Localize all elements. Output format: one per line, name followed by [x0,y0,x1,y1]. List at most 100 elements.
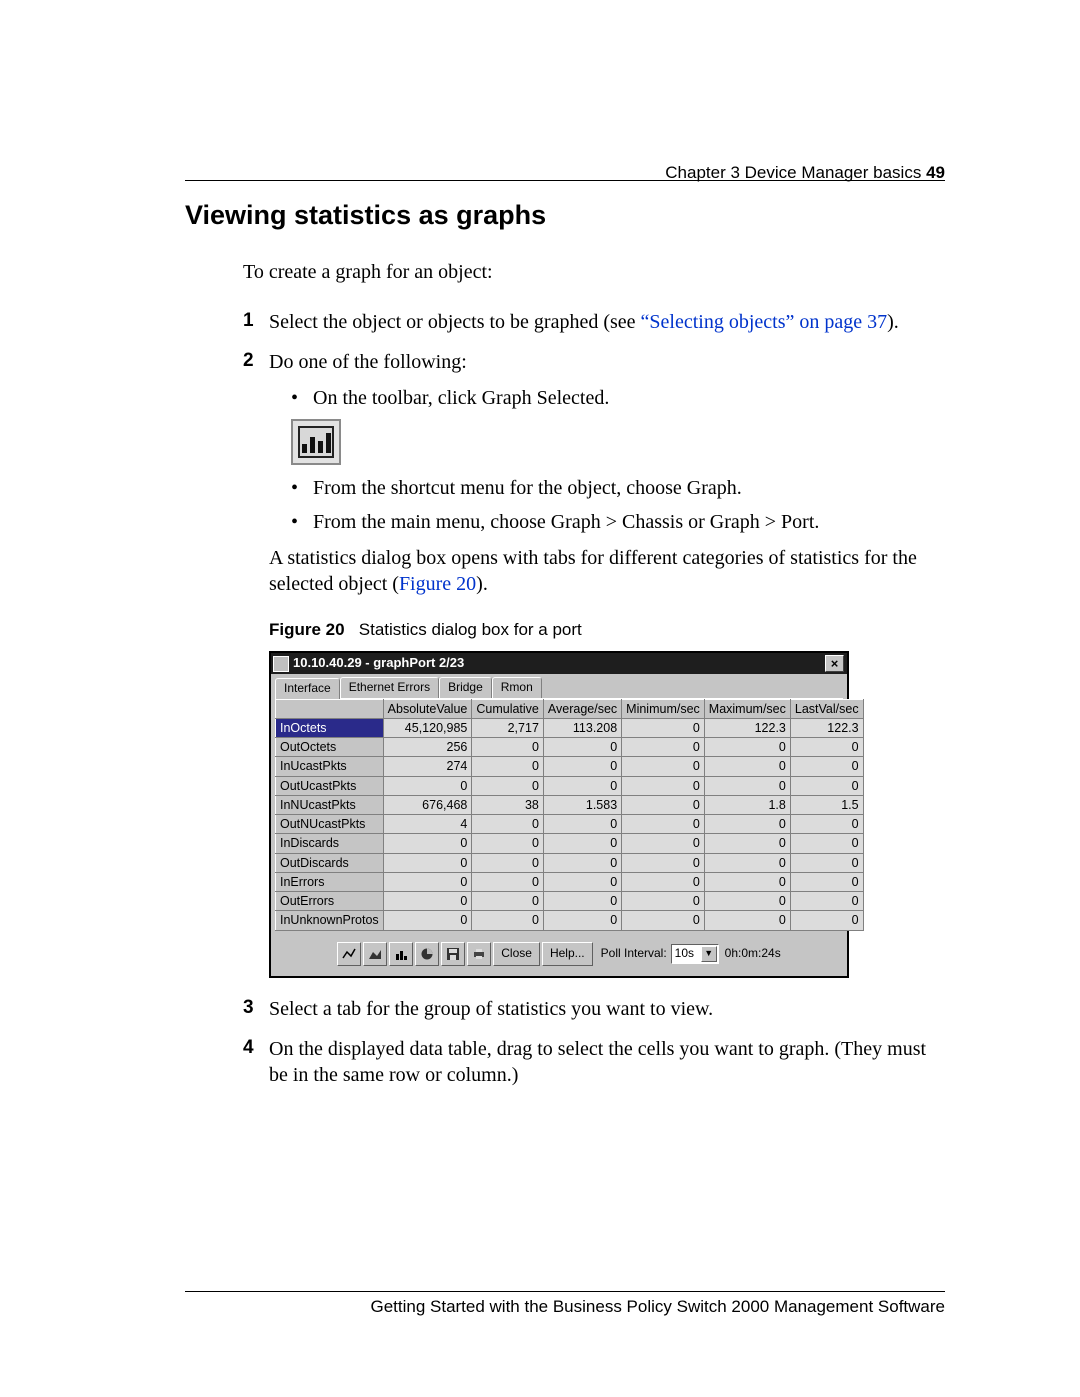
dialog-titlebar[interactable]: 10.10.40.29 - graphPort 2/23 × [271,653,847,674]
col-average[interactable]: Average/sec [543,699,621,718]
row-header[interactable]: InNUcastPkts [276,795,384,814]
table-cell[interactable]: 0 [543,853,621,872]
table-cell[interactable]: 0 [622,834,705,853]
table-cell[interactable]: 0 [704,853,790,872]
table-cell[interactable]: 0 [790,815,863,834]
table-cell[interactable]: 0 [543,911,621,930]
table-cell[interactable]: 0 [543,815,621,834]
col-minimum[interactable]: Minimum/sec [622,699,705,718]
table-cell[interactable]: 38 [472,795,544,814]
tab-bridge[interactable]: Bridge [439,677,492,698]
table-cell[interactable]: 0 [472,815,544,834]
table-cell[interactable]: 0 [472,872,544,891]
table-cell[interactable]: 0 [543,892,621,911]
table-cell[interactable]: 0 [790,834,863,853]
table-cell[interactable]: 676,468 [383,795,472,814]
table-cell[interactable]: 113.208 [543,718,621,737]
chart-pie-icon[interactable] [415,942,439,966]
table-cell[interactable]: 0 [790,738,863,757]
table-cell[interactable]: 0 [622,815,705,834]
save-icon[interactable] [441,942,465,966]
table-row[interactable]: InDiscards000000 [276,834,864,853]
table-cell[interactable]: 45,120,985 [383,718,472,737]
row-header[interactable]: OutNUcastPkts [276,815,384,834]
table-cell[interactable]: 0 [543,738,621,757]
table-cell[interactable]: 0 [622,911,705,930]
table-cell[interactable]: 0 [383,834,472,853]
tab-ethernet-errors[interactable]: Ethernet Errors [340,677,439,698]
table-cell[interactable]: 0 [543,834,621,853]
table-cell[interactable]: 0 [622,795,705,814]
statistics-table[interactable]: AbsoluteValue Cumulative Average/sec Min… [275,699,864,931]
row-header[interactable]: InUcastPkts [276,757,384,776]
table-row[interactable]: InUcastPkts27400000 [276,757,864,776]
table-cell[interactable]: 0 [622,738,705,757]
table-cell[interactable]: 0 [383,853,472,872]
table-cell[interactable]: 1.8 [704,795,790,814]
table-cell[interactable]: 0 [472,757,544,776]
table-cell[interactable]: 0 [790,911,863,930]
table-cell[interactable]: 1.583 [543,795,621,814]
tab-interface[interactable]: Interface [275,678,340,699]
table-row[interactable]: OutNUcastPkts400000 [276,815,864,834]
table-cell[interactable]: 1.5 [790,795,863,814]
table-cell[interactable]: 0 [704,911,790,930]
table-row[interactable]: InErrors000000 [276,872,864,891]
table-cell[interactable]: 0 [704,872,790,891]
table-cell[interactable]: 0 [790,892,863,911]
table-cell[interactable]: 0 [383,872,472,891]
row-header[interactable]: InErrors [276,872,384,891]
close-icon[interactable]: × [825,655,844,672]
table-cell[interactable]: 0 [472,834,544,853]
table-cell[interactable]: 274 [383,757,472,776]
tab-rmon[interactable]: Rmon [492,677,542,698]
table-cell[interactable]: 0 [790,853,863,872]
table-cell[interactable]: 0 [704,738,790,757]
table-cell[interactable]: 2,717 [472,718,544,737]
table-cell[interactable]: 122.3 [790,718,863,737]
table-cell[interactable]: 0 [383,911,472,930]
table-cell[interactable]: 122.3 [704,718,790,737]
table-row[interactable]: OutUcastPkts000000 [276,776,864,795]
table-cell[interactable]: 0 [622,776,705,795]
table-cell[interactable]: 0 [472,853,544,872]
table-row[interactable]: InNUcastPkts676,468381.58301.81.5 [276,795,864,814]
table-cell[interactable]: 0 [543,872,621,891]
table-row[interactable]: InUnknownProtos000000 [276,911,864,930]
table-row[interactable]: OutOctets25600000 [276,738,864,757]
col-maximum[interactable]: Maximum/sec [704,699,790,718]
table-cell[interactable]: 0 [622,892,705,911]
table-cell[interactable]: 0 [622,718,705,737]
link-selecting-objects[interactable]: “Selecting objects” on page 37 [641,311,888,333]
poll-interval-select[interactable]: 10s ▼ [671,944,719,964]
table-row[interactable]: OutErrors000000 [276,892,864,911]
print-icon[interactable] [467,942,491,966]
table-cell[interactable]: 0 [472,911,544,930]
row-header[interactable]: InDiscards [276,834,384,853]
close-button[interactable]: Close [493,942,540,966]
row-header[interactable]: InUnknownProtos [276,911,384,930]
table-cell[interactable]: 0 [383,776,472,795]
row-header[interactable]: OutUcastPkts [276,776,384,795]
table-cell[interactable]: 0 [704,834,790,853]
chart-bar-icon[interactable] [389,942,413,966]
table-cell[interactable]: 0 [704,776,790,795]
table-cell[interactable]: 0 [543,757,621,776]
table-cell[interactable]: 0 [704,815,790,834]
table-cell[interactable]: 0 [704,892,790,911]
col-cumulative[interactable]: Cumulative [472,699,544,718]
help-button[interactable]: Help... [542,942,593,966]
table-cell[interactable]: 4 [383,815,472,834]
table-cell[interactable]: 0 [472,738,544,757]
table-cell[interactable]: 0 [472,892,544,911]
table-cell[interactable]: 0 [383,892,472,911]
col-lastval[interactable]: LastVal/sec [790,699,863,718]
link-figure-20[interactable]: Figure 20 [399,573,476,595]
table-cell[interactable]: 256 [383,738,472,757]
row-header[interactable]: OutErrors [276,892,384,911]
chart-line-icon[interactable] [337,942,361,966]
table-cell[interactable]: 0 [790,757,863,776]
table-cell[interactable]: 0 [472,776,544,795]
col-absolutevalue[interactable]: AbsoluteValue [383,699,472,718]
table-cell[interactable]: 0 [790,872,863,891]
